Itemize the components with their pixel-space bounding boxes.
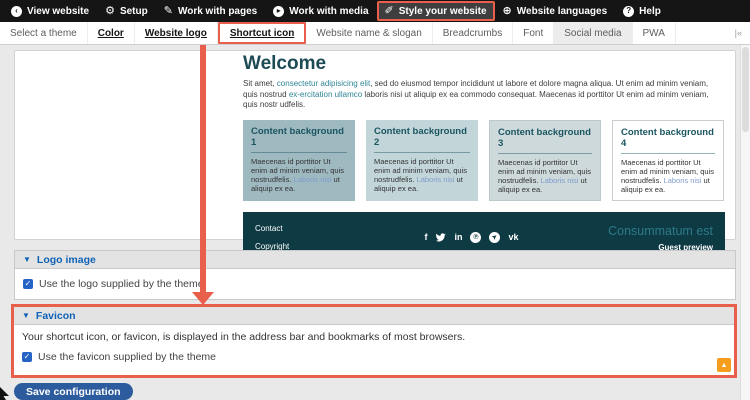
top-toolbar: ‹ View website ⚙ Setup ✎ Work with pages… <box>0 0 750 22</box>
preview-intro: Sit amet, consectetur adipisicing elit, … <box>243 79 725 111</box>
globe-icon: ⊕ <box>503 6 512 17</box>
checkbox-label: Use the logo supplied by the theme <box>39 278 204 290</box>
favicon-section-header[interactable]: ▼ Favicon <box>14 307 734 325</box>
card-link[interactable]: Laboris nisi <box>294 175 332 184</box>
intro-text: Sit amet, <box>243 79 277 88</box>
tab-font[interactable]: Font <box>513 22 554 44</box>
tab-website-logo[interactable]: Website logo <box>135 22 218 44</box>
checkbox-label: Use the favicon supplied by the theme <box>38 351 216 363</box>
collapse-triangle-icon: ▼ <box>22 311 30 320</box>
toolbar-item-style-your-website[interactable]: ✐ Style your website <box>377 1 495 21</box>
preview-heading: Welcome <box>243 53 725 75</box>
footer-links: Contact Copyright <box>243 224 348 251</box>
tab-website-name-slogan[interactable]: Website name & slogan <box>306 22 432 44</box>
section-title: Favicon <box>36 310 76 322</box>
scroll-to-top-button[interactable]: ▲ <box>717 358 731 372</box>
toolbar-item-help[interactable]: ? Help <box>615 0 669 22</box>
card-link[interactable]: Laboris nisi <box>664 176 702 185</box>
card-link[interactable]: Laboris nisi <box>417 175 455 184</box>
toolbar-item-label: Style your website <box>399 6 487 17</box>
toolbar-item-label: Help <box>639 6 661 17</box>
back-circle-icon: ‹ <box>11 6 22 17</box>
brush-icon: ✐ <box>385 6 394 17</box>
vk-icon[interactable]: vk <box>508 233 518 242</box>
footer-social-icons: f in ℗ ➤ vk <box>348 232 595 243</box>
annotation-arrow-shaft <box>200 45 206 292</box>
tab-pwa[interactable]: PWA <box>633 22 676 44</box>
content-card-1: Content background 1 Maecenas id porttit… <box>243 120 355 201</box>
preview-panel: Welcome Sit amet, consectetur adipisicin… <box>14 50 736 240</box>
scrollbar-thumb[interactable] <box>742 47 749 132</box>
site-name[interactable]: Consummatum est <box>595 224 713 238</box>
tab-select-a-theme[interactable]: Select a theme <box>0 22 88 44</box>
favicon-description: Your shortcut icon, or favicon, is displ… <box>22 331 726 343</box>
toolbar-item-label: Work with media <box>289 6 368 17</box>
tab-color[interactable]: Color <box>88 22 135 44</box>
pinterest-icon[interactable]: ℗ <box>470 232 481 243</box>
toolbar-item-work-with-pages[interactable]: ✎ Work with pages <box>156 0 266 22</box>
pin-sidebar-icon[interactable]: |« <box>735 28 742 38</box>
telegram-plane-glyph: ➤ <box>490 233 499 242</box>
tab-shortcut-icon[interactable]: Shortcut icon <box>218 22 306 44</box>
toolbar-item-work-with-media[interactable]: ▸ Work with media <box>265 0 376 22</box>
twitter-icon[interactable] <box>435 233 446 243</box>
content-card-3: Content background 3 Maecenas id porttit… <box>489 120 601 201</box>
content-card-4: Content background 4 Maecenas id porttit… <box>612 120 724 201</box>
card-title: Content background 3 <box>498 127 592 154</box>
mouse-cursor <box>0 383 15 400</box>
section-title: Logo image <box>37 254 96 266</box>
content-background-cards: Content background 1 Maecenas id porttit… <box>243 120 725 201</box>
toolbar-item-label: View website <box>27 6 89 17</box>
telegram-icon[interactable]: ➤ <box>489 232 500 243</box>
section-logo-image: ▼ Logo image ✓ Use the logo supplied by … <box>14 250 736 300</box>
content-card-2: Content background 2 Maecenas id porttit… <box>366 120 478 201</box>
help-circle-icon: ? <box>623 6 634 17</box>
favicon-section-body: Your shortcut icon, or favicon, is displ… <box>14 325 734 365</box>
card-link[interactable]: Laboris nisi <box>541 176 579 185</box>
tab-social-media[interactable]: Social media <box>554 22 632 44</box>
style-tabbar: Select a theme Color Website logo Shortc… <box>0 22 750 45</box>
intro-link-2[interactable]: ex-ercitation ullamco <box>289 90 362 99</box>
tab-breadcrumbs[interactable]: Breadcrumbs <box>433 22 513 44</box>
card-title: Content background 1 <box>251 126 347 153</box>
toolbar-item-setup[interactable]: ⚙ Setup <box>97 0 156 22</box>
toolbar-item-website-languages[interactable]: ⊕ Website languages <box>495 0 616 22</box>
use-theme-favicon-checkbox[interactable]: ✓ <box>22 352 32 362</box>
toolbar-item-view-website[interactable]: ‹ View website <box>3 0 97 22</box>
intro-link-1[interactable]: consectetur adipisicing elit <box>277 79 370 88</box>
save-configuration-button[interactable]: Save configuration <box>14 383 133 400</box>
logo-checkbox-row: ✓ Use the logo supplied by the theme <box>15 269 735 299</box>
logo-image-section-header[interactable]: ▼ Logo image <box>15 251 735 269</box>
use-theme-logo-checkbox[interactable]: ✓ <box>23 279 33 289</box>
admin-screen: ‹ View website ⚙ Setup ✎ Work with pages… <box>0 0 750 400</box>
section-favicon: ▼ Favicon Your shortcut icon, or favicon… <box>11 304 737 378</box>
card-title: Content background 2 <box>374 126 470 153</box>
annotation-arrow-head <box>192 292 214 305</box>
card-title: Content background 4 <box>621 127 715 154</box>
toolbar-item-label: Work with pages <box>178 6 257 17</box>
scrollbar[interactable] <box>740 45 750 400</box>
linkedin-icon[interactable]: in <box>454 233 462 242</box>
toolbar-item-label: Website languages <box>517 6 607 17</box>
pencil-icon: ✎ <box>164 6 173 17</box>
toolbar-item-label: Setup <box>120 6 148 17</box>
collapse-triangle-icon: ▼ <box>23 255 31 264</box>
gear-icon: ⚙ <box>105 6 115 17</box>
footer-contact-link[interactable]: Contact <box>255 224 348 233</box>
website-preview: Welcome Sit amet, consectetur adipisicin… <box>243 53 725 264</box>
footer-site-info: Consummatum est Guest preview <box>595 224 725 252</box>
facebook-icon[interactable]: f <box>424 233 427 242</box>
favicon-checkbox-row: ✓ Use the favicon supplied by the theme <box>22 349 726 365</box>
play-circle-icon: ▸ <box>273 6 284 17</box>
